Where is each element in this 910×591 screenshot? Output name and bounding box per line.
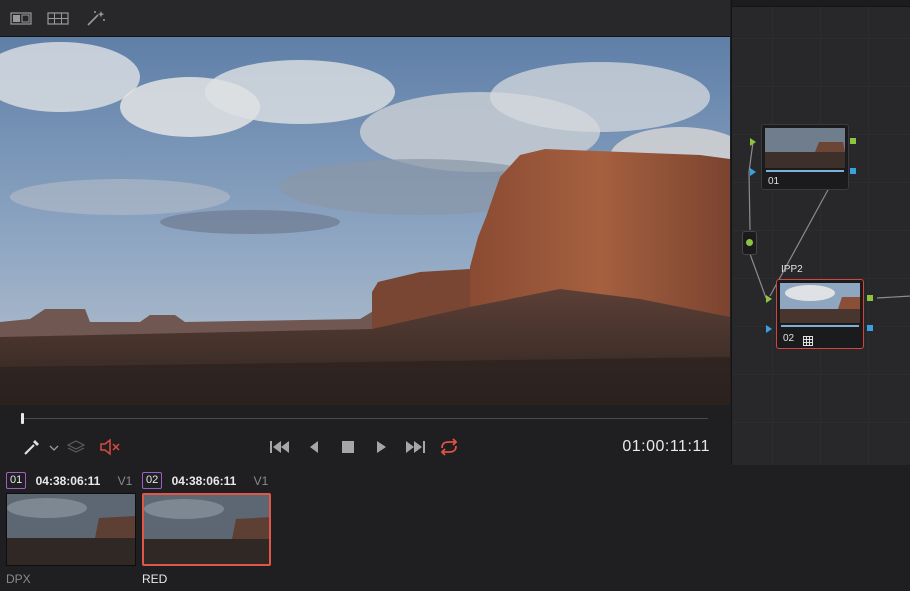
alpha-output-port[interactable] <box>867 325 873 331</box>
go-to-end-icon[interactable] <box>403 437 427 457</box>
mixer-port[interactable] <box>746 239 753 246</box>
clip-codec: RED <box>142 572 168 586</box>
grid-icon <box>803 333 813 346</box>
rgb-output-port[interactable] <box>867 295 873 301</box>
play-icon[interactable] <box>369 437 393 457</box>
alpha-input-port[interactable] <box>750 168 756 176</box>
alpha-input-port[interactable] <box>766 325 772 333</box>
loop-icon[interactable] <box>437 437 461 457</box>
clip-thumbnail[interactable] <box>142 493 271 566</box>
clip-codec: DPX <box>6 572 31 586</box>
viewer-image[interactable] <box>0 37 730 405</box>
clip-timecode: 04:38:06:11 <box>171 473 237 488</box>
clip-thumbnail[interactable] <box>6 493 136 566</box>
node-label: 01 <box>768 176 780 187</box>
chevron-down-icon[interactable] <box>42 437 59 457</box>
playhead[interactable] <box>21 413 24 424</box>
magic-wand-icon[interactable] <box>85 10 107 26</box>
node-title: IPP2 <box>781 264 803 275</box>
node-bar <box>781 325 859 327</box>
timecode-display: 01:00:11:11 <box>622 438 710 455</box>
rgb-input-port[interactable] <box>750 138 756 146</box>
step-back-icon[interactable] <box>302 437 326 457</box>
node-editor[interactable]: 01 IPP2 02 <box>731 0 910 465</box>
split-view-icon[interactable] <box>10 10 32 26</box>
node-thumbnail <box>765 128 845 168</box>
node-thumbnail <box>780 283 860 323</box>
node-bar <box>766 170 844 172</box>
clip-track: V1 <box>253 473 269 488</box>
clip-header: 02 04:38:06:11 V1 <box>142 472 268 490</box>
eyedropper-icon[interactable] <box>20 437 40 457</box>
stop-icon[interactable] <box>336 437 360 457</box>
node-01[interactable]: 01 <box>761 124 849 190</box>
viewer-toolbar <box>0 0 730 37</box>
grid-view-icon[interactable] <box>47 10 69 26</box>
alpha-output-port[interactable] <box>850 168 856 174</box>
node-connections <box>748 141 910 299</box>
go-to-start-icon[interactable] <box>268 437 292 457</box>
clip-number: 01 <box>6 472 27 489</box>
clip-number: 02 <box>142 472 163 489</box>
landscape-frame <box>0 37 730 405</box>
clips-strip: 01 04:38:06:11 V1 DPX 02 04:38:06:11 V1 … <box>0 466 910 591</box>
layers-icon[interactable] <box>64 437 86 457</box>
transport-bar: 01:00:11:11 <box>0 405 730 465</box>
node-02[interactable]: 02 <box>776 279 864 349</box>
mute-icon[interactable] <box>98 437 122 457</box>
mixer-node[interactable] <box>742 231 757 255</box>
clip-header: 01 04:38:06:11 V1 <box>6 472 132 490</box>
clip-timecode: 04:38:06:11 <box>35 473 101 488</box>
clip-track: V1 <box>117 473 133 488</box>
node-label: 02 <box>783 333 795 344</box>
rgb-input-port[interactable] <box>766 295 772 303</box>
scrubber-track[interactable] <box>22 418 708 419</box>
rgb-output-port[interactable] <box>850 138 856 144</box>
